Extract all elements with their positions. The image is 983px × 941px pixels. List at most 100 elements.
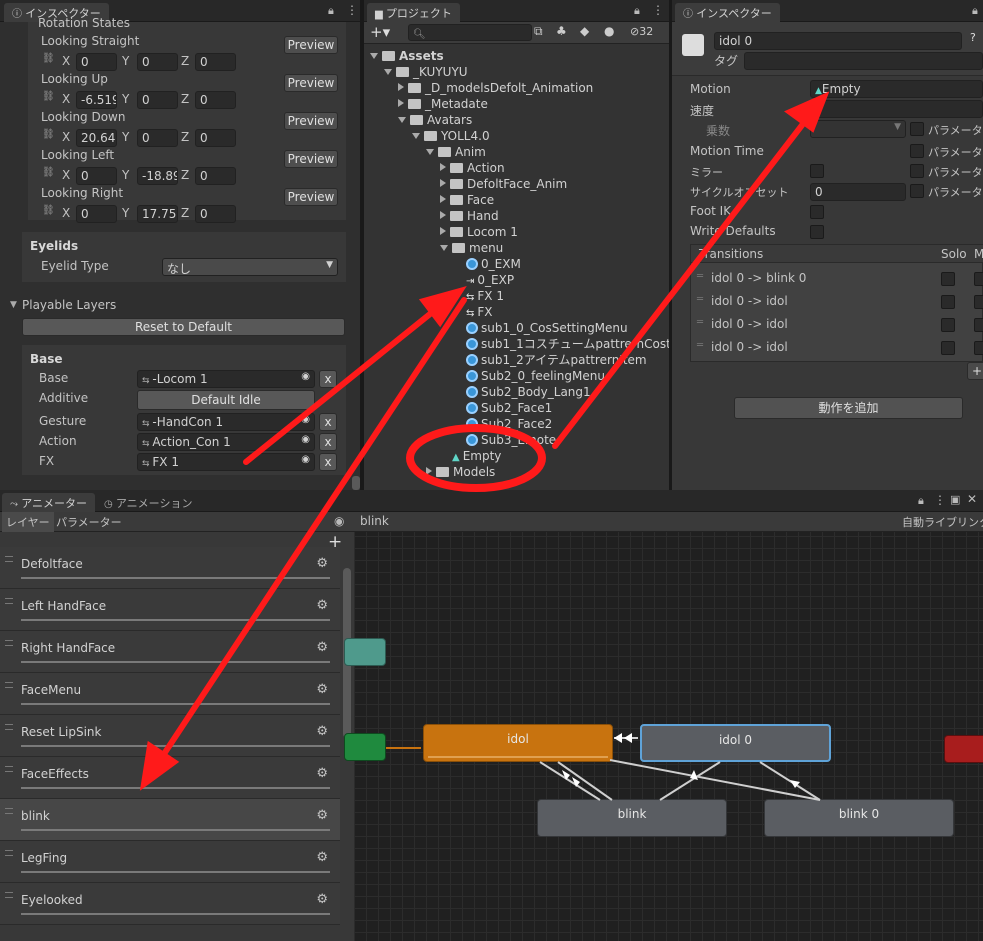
motion-field[interactable]: ▲Empty [810,80,983,98]
layer-row[interactable]: Eyelooked ⚙ [0,883,340,925]
multiplier-param-checkbox[interactable] [910,122,924,136]
animation-tab[interactable]: ◷ アニメーション [96,493,200,512]
right-inspector-tab[interactable]: ⓘ インスペクター [675,3,780,22]
project-tree-item[interactable]: Sub2_0_feelingMenu [454,368,605,384]
drag-handle-icon[interactable]: ═ [697,294,703,305]
tag-input[interactable] [744,52,983,70]
project-tree-item[interactable]: Sub2_Face2 [454,416,552,432]
project-tree-item[interactable]: DefoltFace_Anim [440,176,567,192]
write-defaults-checkbox[interactable] [810,225,824,239]
controller-object-field[interactable]: ⇆ Action_Con 1 ◉ [137,433,315,451]
project-tree-item[interactable]: 0_EXM [454,256,521,272]
preview-button[interactable]: Preview [284,74,338,92]
project-tree-item[interactable]: Sub2_Body_Lang1 [454,384,591,400]
collapse-arrow-icon[interactable] [440,163,446,171]
preview-button[interactable]: Preview [284,188,338,206]
clear-controller-button[interactable]: x [319,370,337,388]
exit-node[interactable] [944,735,983,763]
transition-row[interactable]: idol 0 -> idol [711,294,788,308]
reset-to-default-button[interactable]: Reset to Default [22,318,345,336]
project-tree-item[interactable]: Hand [440,208,499,224]
layer-row[interactable]: Right HandFace ⚙ [0,631,340,673]
gear-icon[interactable]: ⚙ [316,892,328,907]
graph-view[interactable]: blink 自動ライブリンク idol idol 0 blink blink 0 [344,512,983,941]
link-icon[interactable]: ⛓ [42,205,55,216]
project-search-input[interactable]: 🔍︎ [408,24,532,41]
gear-icon[interactable]: ⚙ [316,682,328,697]
object-picker-icon[interactable]: ◉ [301,414,310,425]
blink-state-node[interactable]: blink [537,799,727,837]
close-icon[interactable]: ✕ [967,492,977,506]
cycle-offset-param-checkbox[interactable] [910,184,924,198]
rotation-x-input[interactable]: -6.519 [76,91,117,109]
add-asset-button[interactable]: +▾ [370,23,390,41]
expand-arrow-icon[interactable] [398,117,406,123]
project-tree-item[interactable]: Assets [370,48,444,64]
project-tree-item[interactable]: Sub3_Emote [454,432,556,448]
layer-row[interactable]: Reset LipSink ⚙ [0,715,340,757]
more-menu-icon[interactable]: ⋮ [934,493,946,507]
motion-time-param-checkbox[interactable] [910,144,924,158]
blink-0-state-node[interactable]: blink 0 [764,799,954,837]
transition-row[interactable]: idol 0 -> blink 0 [711,271,806,285]
eyelid-type-dropdown[interactable]: なし ▼ [162,258,338,276]
help-icon[interactable]: ? [970,31,976,44]
expand-arrow-icon[interactable] [370,53,378,59]
rotation-y-input[interactable]: 0 [137,129,178,147]
eye-icon[interactable]: ◉ [334,514,344,528]
label-icon[interactable]: ◆ [580,24,589,38]
mirror-checkbox[interactable] [810,164,824,178]
controller-object-field[interactable]: ⇆ -HandCon 1 ◉ [137,413,315,431]
controller-object-field[interactable]: ⇆ FX 1 ◉ [137,453,315,471]
gear-icon[interactable]: ⚙ [316,850,328,865]
object-picker-icon[interactable]: ◉ [301,371,310,382]
hidden-packages-icon[interactable]: ● [604,24,614,38]
project-tree-item[interactable]: Sub2_Face1 [454,400,552,416]
clear-controller-button[interactable]: x [319,453,337,471]
link-icon[interactable]: ⛓ [42,167,55,178]
more-menu-icon[interactable]: ⋮ [652,3,664,17]
lock-icon[interactable]: 🔒︎ [972,4,978,18]
maximize-icon[interactable]: ▣ [950,493,960,506]
rotation-x-input[interactable]: 20.64 [76,129,117,147]
lock-icon[interactable]: 🔒︎ [328,4,334,18]
rotation-x-input[interactable]: 0 [76,53,117,71]
rotation-x-input[interactable]: 0 [76,167,117,185]
collapse-arrow-icon[interactable] [398,99,404,107]
mute-checkbox[interactable] [974,341,983,355]
gear-icon[interactable]: ⚙ [316,724,328,739]
mute-checkbox[interactable] [974,295,983,309]
rotation-z-input[interactable]: 0 [195,91,236,109]
drag-handle-icon[interactable] [5,640,13,646]
collapse-arrow-icon[interactable] [398,83,404,91]
lock-icon[interactable]: 🔒︎ [918,494,924,508]
any-state-node[interactable] [344,638,386,666]
rotation-z-input[interactable]: 0 [195,129,236,147]
gear-icon[interactable]: ⚙ [316,556,328,571]
transition-row[interactable]: idol 0 -> idol [711,317,788,331]
object-picker-icon[interactable]: ◉ [301,454,310,465]
rotation-y-input[interactable]: 0 [137,91,178,109]
project-tree-item[interactable]: Face [440,192,494,208]
project-tree-item[interactable]: ▲ Empty [440,448,501,464]
solo-checkbox[interactable] [941,318,955,332]
project-tree-item[interactable]: sub1_2アイテムpattrernItem [454,352,647,368]
params-subtab[interactable]: パラメーター [52,512,126,532]
link-icon[interactable]: ⛓ [42,91,55,102]
state-name-input[interactable]: idol 0 [714,32,962,50]
more-menu-icon[interactable]: ⋮ [346,3,358,17]
mute-checkbox[interactable] [974,272,983,286]
left-inspector-scrollbar[interactable] [352,476,360,490]
project-tree-item[interactable]: ⇆ FX 1 [454,288,504,304]
expand-arrow-icon[interactable] [412,133,420,139]
project-tree-item[interactable]: _Metadate [398,96,488,112]
search-by-type-icon[interactable]: ⧉ [534,24,543,39]
project-tree-item[interactable]: Anim [426,144,486,160]
collapse-arrow-icon[interactable] [440,227,446,235]
gear-icon[interactable]: ⚙ [316,640,328,655]
expand-arrow-icon[interactable] [426,149,434,155]
project-tree-item[interactable]: menu [440,240,503,256]
collapse-arrow-icon[interactable] [440,211,446,219]
drag-handle-icon[interactable] [5,598,13,604]
project-tree-item[interactable]: _KUYUYU [384,64,468,80]
